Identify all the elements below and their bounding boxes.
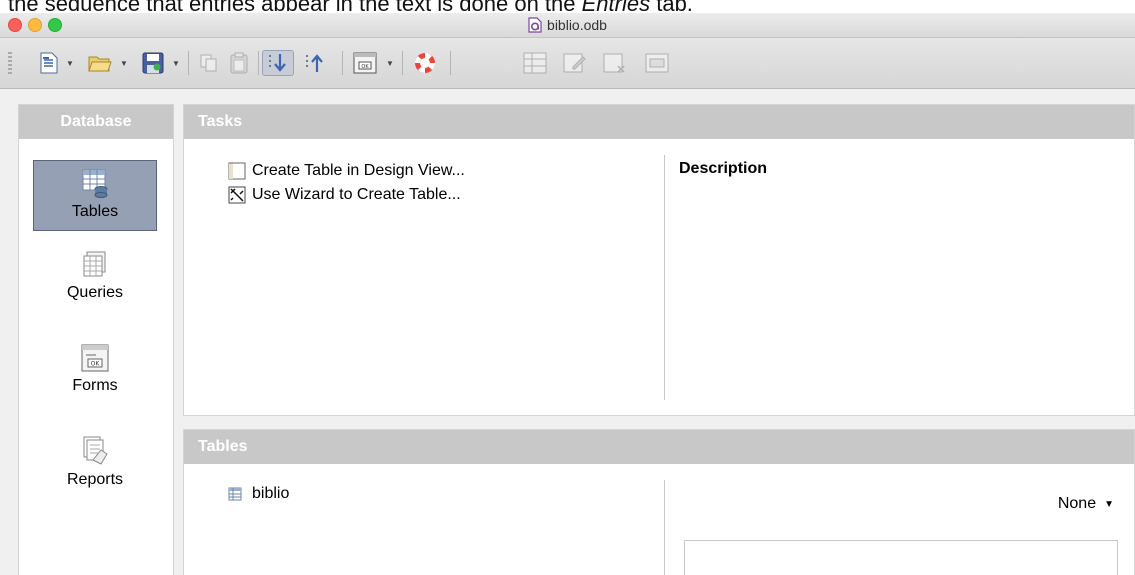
new-document-icon[interactable] [36, 50, 62, 76]
table-item-label: biblio [252, 485, 290, 502]
save-dropdown-arrow[interactable]: ▼ [172, 59, 180, 68]
database-pane-title: Database [19, 105, 173, 139]
database-content: Database Tables Queries OK Forms Reports… [0, 89, 1135, 575]
tasks-divider [664, 155, 665, 400]
document-text: the sequence that entries appear in the … [8, 0, 693, 11]
reports-icon [83, 436, 108, 465]
design-view-icon [228, 162, 246, 180]
preview-select[interactable]: None ▼ [1058, 495, 1114, 513]
sidebar-item-reports[interactable]: Reports [33, 435, 157, 499]
sort-descending-icon[interactable] [300, 50, 330, 76]
delete-icon[interactable] [600, 50, 630, 76]
wizard-icon [228, 186, 246, 204]
standard-toolbar: ▼ ▼ ▼ OK ▼ [0, 38, 1135, 89]
sidebar-item-forms[interactable]: OK Forms [33, 343, 157, 407]
sidebar-item-tables[interactable]: Tables [33, 160, 157, 231]
svg-text:OK: OK [361, 64, 369, 70]
tasks-pane-title: Tasks [184, 105, 1134, 139]
table-icon[interactable] [520, 50, 550, 76]
database-pane: Database Tables Queries OK Forms Reports [18, 104, 174, 575]
open-dropdown-arrow[interactable]: ▼ [120, 59, 128, 68]
tables-icon [82, 169, 108, 198]
rename-icon[interactable] [642, 50, 672, 76]
paste-icon[interactable] [226, 50, 252, 76]
open-icon[interactable] [86, 50, 114, 76]
toolbar-grip[interactable] [8, 52, 12, 74]
create-table-design-view-link[interactable]: Create Table in Design View... [228, 162, 465, 180]
description-title: Description [679, 160, 768, 177]
tasks-pane: Tasks Create Table in Design View... Use… [183, 104, 1135, 416]
task-label: Use Wizard to Create Table... [252, 186, 461, 203]
database-file-icon [528, 17, 542, 33]
sidebar-item-queries[interactable]: Queries [33, 250, 157, 314]
form-dropdown-arrow[interactable]: ▼ [386, 59, 394, 68]
save-icon[interactable] [140, 50, 166, 76]
sidebar-item-label: Tables [71, 203, 119, 220]
new-dropdown-arrow[interactable]: ▼ [66, 59, 74, 68]
copy-icon[interactable] [196, 50, 222, 76]
table-item-biblio[interactable]: biblio [228, 485, 289, 503]
queries-icon [83, 251, 106, 277]
help-icon[interactable] [410, 50, 440, 76]
forms-icon: OK [81, 344, 109, 372]
svg-text:OK: OK [91, 361, 101, 368]
tables-divider [664, 480, 665, 575]
form-icon[interactable]: OK [350, 50, 380, 76]
window-title: biblio.odb [547, 17, 607, 33]
edit-icon[interactable] [560, 50, 590, 76]
tables-pane: Tables biblio None ▼ [183, 429, 1135, 575]
sidebar-item-label: Reports [66, 471, 124, 488]
chevron-down-icon: ▼ [1104, 498, 1114, 510]
title-bar: biblio.odb [0, 13, 1135, 38]
base-window: biblio.odb ▼ ▼ ▼ OK ▼ Database Tables Qu… [0, 13, 1135, 575]
preview-area [684, 540, 1118, 575]
tables-pane-title: Tables [184, 430, 1134, 464]
table-icon [228, 487, 242, 501]
sort-ascending-icon[interactable] [262, 50, 294, 76]
sidebar-item-label: Queries [66, 284, 124, 301]
preview-select-value: None [1057, 495, 1097, 512]
use-wizard-create-table-link[interactable]: Use Wizard to Create Table... [228, 186, 461, 204]
sidebar-item-label: Forms [72, 377, 118, 394]
task-label: Create Table in Design View... [252, 162, 465, 179]
